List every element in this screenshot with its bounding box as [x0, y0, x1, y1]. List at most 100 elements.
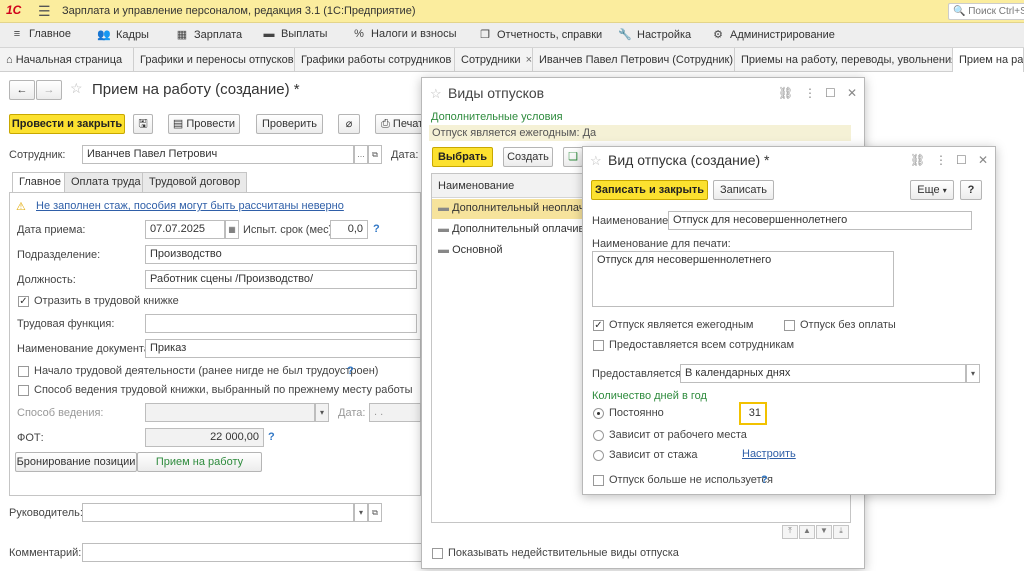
tab-hire-document[interactable]: Прием на работу (создание) *	[953, 48, 1024, 72]
start-activity-checkbox[interactable]	[18, 366, 29, 377]
tab-work-schedules[interactable]: Графики работы сотрудников×	[295, 48, 455, 72]
all-employees-checkbox[interactable]	[593, 340, 604, 351]
provided-select[interactable]: В календарных днях	[680, 364, 966, 383]
method-field[interactable]	[145, 403, 315, 422]
help-icon[interactable]: ?	[373, 223, 380, 235]
manager-field[interactable]	[82, 503, 354, 522]
reflect-label: Отразить в трудовой книжке	[34, 295, 179, 307]
not-used-checkbox[interactable]	[593, 475, 604, 486]
help-icon[interactable]: ?	[268, 431, 275, 443]
docname-field[interactable]: Приказ	[145, 339, 421, 358]
calendar-icon[interactable]: ▦	[225, 220, 239, 239]
save-button[interactable]: Записать	[713, 180, 774, 200]
search-icon: 🔍	[953, 6, 966, 17]
hire-date-field[interactable]: 07.07.2025	[145, 220, 225, 239]
print-name-field[interactable]: Отпуск для несовершеннолетнего	[592, 251, 894, 307]
tab-pay[interactable]: Оплата труда	[64, 172, 148, 192]
search-input[interactable]: 🔍 Поиск Ctrl+Shift+F	[948, 3, 1024, 20]
post-and-close-button[interactable]: Провести и закрыть	[9, 114, 125, 134]
hire-button[interactable]: Прием на работу	[137, 452, 262, 472]
tab-contract[interactable]: Трудовой договор	[142, 172, 248, 192]
more-icon[interactable]: ⋮	[935, 153, 947, 167]
page-title: Прием на работу (создание) *	[92, 81, 300, 98]
days-field[interactable]: 31	[739, 402, 767, 425]
star-icon[interactable]: ☆	[590, 153, 602, 169]
tab-home[interactable]: ⌂ Начальная страница	[0, 48, 134, 72]
more-icon[interactable]: ⋮	[804, 86, 816, 100]
dept-field[interactable]: Производство	[145, 245, 417, 264]
position-field[interactable]: Работник сцены /Производство/	[145, 270, 417, 289]
open-button[interactable]: ⧉	[368, 503, 382, 522]
constant-radio[interactable]	[593, 408, 604, 419]
copy-button[interactable]: ❏	[563, 147, 583, 167]
close-icon[interactable]: ×	[526, 54, 532, 66]
help-button[interactable]: ?	[960, 180, 982, 200]
menu-taxes[interactable]: % Налоги и взносы	[352, 28, 456, 40]
comment-field[interactable]	[82, 543, 424, 562]
reserve-position-button[interactable]: Бронирование позиции	[15, 452, 137, 472]
scroll-controls: ⤒ ▲ ▼ ⤓	[782, 525, 850, 539]
open-button[interactable]: ⧉	[368, 145, 382, 164]
tab-vacation-schedules[interactable]: Графики и переносы отпусков×	[134, 48, 295, 72]
probation-field[interactable]: 0,0	[330, 220, 368, 239]
link-icon[interactable]: ⛓	[910, 153, 925, 167]
configure-link[interactable]: Настроить	[742, 448, 796, 460]
main-menu-icon[interactable]: ☰	[38, 3, 51, 20]
tab-employee-card[interactable]: Иванчев Павел Петрович (Сотрудник)×	[533, 48, 735, 72]
chevron-down-icon[interactable]: ▾	[315, 403, 329, 422]
scroll-up-icon[interactable]: ▲	[799, 525, 815, 539]
maximize-icon[interactable]: ☐	[825, 86, 836, 100]
scroll-bottom-icon[interactable]: ⤓	[833, 525, 849, 539]
tab-main[interactable]: Главное	[12, 172, 69, 193]
scroll-down-icon[interactable]: ▼	[816, 525, 832, 539]
warning-link[interactable]: Не заполнен стаж, пособия могут быть рас…	[36, 200, 344, 212]
calculator-icon: ▦	[176, 29, 188, 41]
unpaid-checkbox[interactable]	[784, 320, 795, 331]
menu-reports[interactable]: ❐ Отчетность, справки	[478, 28, 602, 41]
method-date-label: Дата:	[338, 407, 366, 419]
name-field[interactable]: Отпуск для несовершеннолетнего	[668, 211, 972, 230]
maximize-icon[interactable]: ☐	[956, 153, 967, 167]
tab-employees[interactable]: Сотрудники ×	[455, 48, 533, 72]
post-button[interactable]: ▤ Провести	[168, 114, 240, 134]
create-button[interactable]: Создать	[503, 147, 553, 167]
close-icon[interactable]: ✕	[847, 86, 857, 100]
menu-main[interactable]: ≡ Главное	[10, 28, 71, 40]
star-icon[interactable]: ☆	[430, 86, 442, 102]
select-button[interactable]: Выбрать	[432, 147, 493, 167]
save-button[interactable]: 🖫	[133, 114, 153, 134]
forward-button[interactable]: →	[36, 80, 62, 100]
workplace-radio[interactable]	[593, 430, 604, 441]
seniority-radio[interactable]	[593, 450, 604, 461]
show-inactive-checkbox[interactable]	[432, 548, 443, 559]
days-per-year-header: Количество дней в год	[592, 390, 707, 402]
select-button[interactable]: …	[354, 145, 368, 164]
fot-label: ФОТ:	[17, 432, 44, 444]
check-button[interactable]: Проверить	[256, 114, 323, 134]
tab-hirings-list[interactable]: Приемы на работу, переводы, увольнения×	[735, 48, 953, 72]
method-date-field[interactable]: . .	[369, 403, 421, 422]
attach-button[interactable]: ⌀	[338, 114, 360, 134]
menu-admin[interactable]: ⚙ Администрирование	[711, 28, 835, 41]
help-icon[interactable]: ?	[347, 365, 354, 377]
back-button[interactable]: ←	[9, 80, 35, 100]
menu-salary[interactable]: ▦ Зарплата	[175, 28, 242, 41]
scroll-top-icon[interactable]: ⤒	[782, 525, 798, 539]
method-prev-checkbox[interactable]	[18, 385, 29, 396]
annual-checkbox[interactable]: ✓	[593, 320, 604, 331]
chevron-down-icon[interactable]: ▾	[354, 503, 368, 522]
menu-hr[interactable]: 👥 Кадры	[97, 28, 149, 41]
chevron-down-icon[interactable]: ▾	[966, 364, 980, 383]
save-and-close-button[interactable]: Записать и закрыть	[591, 180, 708, 200]
print-name-label: Наименование для печати:	[592, 238, 731, 250]
star-icon[interactable]: ☆	[70, 80, 83, 97]
help-icon[interactable]: ?	[761, 474, 768, 486]
employee-field[interactable]: Иванчев Павел Петрович	[82, 145, 354, 164]
function-field[interactable]	[145, 314, 417, 333]
link-icon[interactable]: ⛓	[778, 86, 793, 100]
reflect-checkbox[interactable]: ✓	[18, 296, 29, 307]
close-icon[interactable]: ✕	[978, 153, 988, 167]
more-button[interactable]: Еще ▾	[910, 180, 954, 200]
menu-settings[interactable]: 🔧 Настройка	[618, 28, 691, 41]
menu-payments[interactable]: ▬ Выплаты	[262, 28, 328, 40]
